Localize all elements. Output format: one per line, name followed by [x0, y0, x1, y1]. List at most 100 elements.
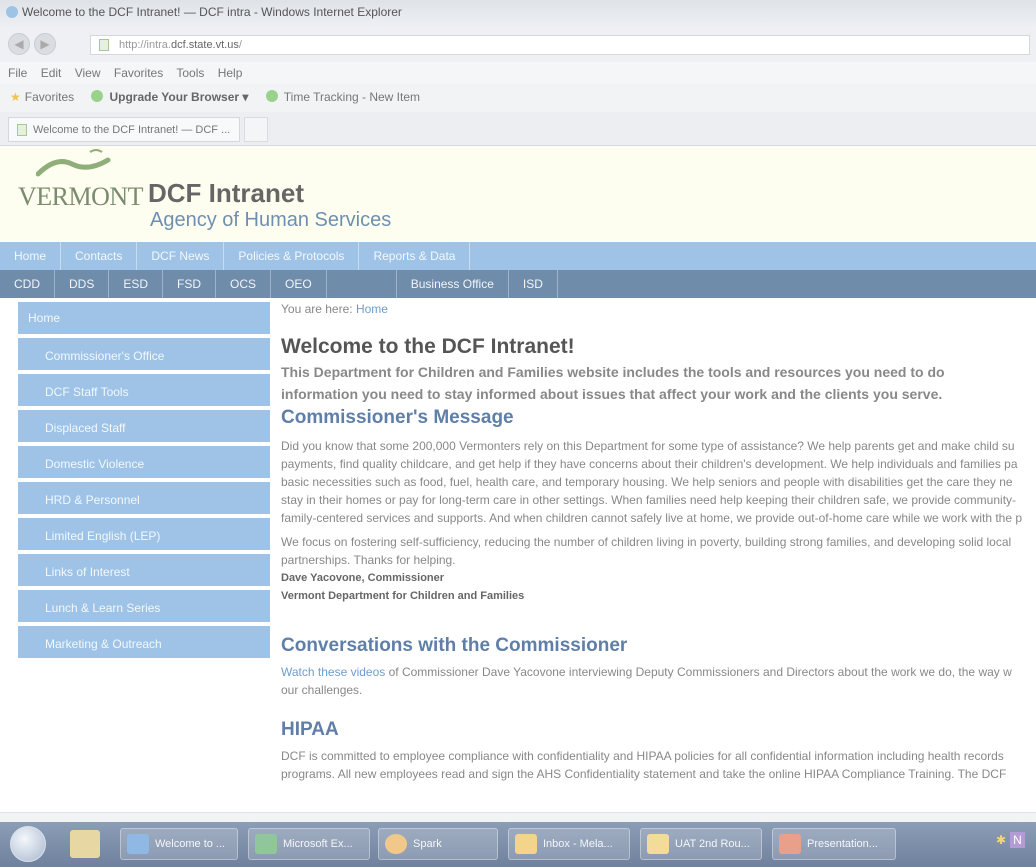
message-line: We focus on fostering self-sufficiency, … [281, 535, 1012, 549]
signature-org: Vermont Department for Children and Fami… [281, 590, 525, 602]
site-subtitle: Agency of Human Services [150, 209, 392, 231]
conversations-text: of Commissioner Dave Yacovone interviewi… [385, 665, 1012, 679]
breadcrumb: You are here: Home [281, 302, 1036, 316]
hipaa-paragraph: DCF is committed to employee compliance … [281, 747, 1036, 783]
subnav-oeo[interactable]: OEO [271, 270, 327, 298]
subnav-fsd[interactable]: FSD [163, 270, 217, 298]
nav-home[interactable]: Home [0, 242, 62, 270]
division-navigation: CDD DDS ESD FSD OCS OEO Business Office … [0, 270, 1036, 298]
sidebar-item-commissioners-office[interactable]: Commissioner's Office [18, 338, 270, 370]
tray-gear-icon: ✱ [996, 833, 1007, 847]
message-line: stay in their homes or pay for long-term… [281, 493, 1017, 507]
taskbar-outlook[interactable]: Inbox - Mela... [508, 828, 630, 860]
new-tab-button[interactable] [244, 117, 268, 142]
sidebar-item-links-of-interest[interactable]: Links of Interest [18, 554, 270, 586]
url-prefix: http://intra. [119, 39, 171, 51]
message-line: partnerships. Thanks for helping. [281, 553, 456, 567]
taskbar-powerpoint[interactable]: Presentation... [772, 828, 896, 860]
page-icon [99, 39, 109, 51]
conversations-paragraph: Watch these videos of Commissioner Dave … [281, 663, 1036, 699]
conversations-line-2: our challenges. [281, 683, 363, 697]
subnav-gap [327, 270, 397, 298]
intro-line-1: This Department for Children and Familie… [281, 364, 945, 380]
menu-favorites[interactable]: Favorites [114, 66, 163, 80]
taskbar-label: Spark [413, 838, 442, 850]
menu-file[interactable]: File [8, 66, 27, 80]
subnav-dds[interactable]: DDS [55, 270, 110, 298]
breadcrumb-home-link[interactable]: Home [356, 302, 388, 316]
conversations-line-1: Watch these videos of Commissioner Dave … [281, 663, 1036, 681]
page-title: Welcome to the DCF Intranet! [281, 335, 575, 358]
tab-page-icon [17, 124, 27, 136]
taskbar-ie[interactable]: Welcome to ... [120, 828, 238, 860]
fav-time-tracking[interactable]: Time Tracking - New Item [284, 90, 420, 104]
start-button[interactable] [10, 826, 46, 862]
taskbar-label: Microsoft Ex... [283, 838, 353, 850]
taskbar-email[interactable]: UAT 2nd Rou... [640, 828, 762, 860]
tab-bar: Welcome to the DCF Intranet! — DCF ... [0, 112, 1036, 146]
nav-contacts[interactable]: Contacts [61, 242, 138, 270]
watch-videos-link[interactable]: Watch these videos [281, 665, 385, 679]
menu-edit[interactable]: Edit [41, 66, 62, 80]
sidebar-item-domestic-violence[interactable]: Domestic Violence [18, 446, 270, 478]
nav-reports[interactable]: Reports & Data [359, 242, 471, 270]
tab-title: Welcome to the DCF Intranet! — DCF ... [33, 124, 231, 136]
sidebar-item-lunch-learn[interactable]: Lunch & Learn Series [18, 590, 270, 622]
taskbar-label: UAT 2nd Rou... [675, 838, 750, 850]
sidebar-item-marketing-outreach[interactable]: Marketing & Outreach [18, 626, 270, 658]
powerpoint-icon [779, 834, 801, 854]
back-button[interactable]: ◀ [8, 33, 30, 55]
hipaa-heading: HIPAA [281, 719, 339, 740]
spark-icon [385, 834, 407, 854]
message-line: payments, find quality childcare, and ge… [281, 457, 1018, 471]
menu-help[interactable]: Help [218, 66, 243, 80]
subnav-cdd[interactable]: CDD [0, 270, 55, 298]
subnav-esd[interactable]: ESD [109, 270, 164, 298]
menu-tools[interactable]: Tools [176, 66, 204, 80]
taskbar-label: Inbox - Mela... [543, 838, 613, 850]
sidebar: Home Commissioner's Office DCF Staff Too… [18, 302, 270, 662]
forward-button[interactable]: ▶ [34, 33, 56, 55]
tab-welcome[interactable]: Welcome to the DCF Intranet! — DCF ... [8, 117, 240, 142]
fav-upgrade-browser[interactable]: Upgrade Your Browser ▾ [109, 90, 248, 104]
favorites-button[interactable]: Favorites [25, 90, 74, 104]
menu-view[interactable]: View [75, 66, 101, 80]
sidebar-item-displaced-staff[interactable]: Displaced Staff [18, 410, 270, 442]
url-suffix: / [238, 39, 242, 51]
explorer-folder-icon[interactable] [70, 830, 100, 858]
breadcrumb-prefix: You are here: [281, 302, 356, 316]
subnav-isd[interactable]: ISD [509, 270, 558, 298]
site-header: VERMONT DCF Intranet Agency of Human Ser… [0, 146, 1036, 242]
nav-dcf-news[interactable]: DCF News [137, 242, 225, 270]
envelope-icon [647, 834, 669, 854]
system-tray[interactable]: ✱ N [996, 832, 1036, 856]
window-title-bar: Welcome to the DCF Intranet! — DCF intra… [0, 0, 1036, 28]
web-slice-icon [91, 90, 104, 102]
taskbar-spark[interactable]: Spark [378, 828, 498, 860]
ie-logo-icon [6, 6, 18, 18]
sidebar-item-hrd-personnel[interactable]: HRD & Personnel [18, 482, 270, 514]
message-line: basic necessities such as food, fuel, he… [281, 475, 1013, 489]
signature-name: Dave Yacovone, Commissioner [281, 572, 445, 584]
window-title: Welcome to the DCF Intranet! — DCF intra… [22, 5, 402, 19]
message-line: family-centered services and supports. A… [281, 511, 1023, 525]
hipaa-line: DCF is committed to employee compliance … [281, 749, 1004, 763]
tray-badge: N [1010, 832, 1025, 848]
nav-policies[interactable]: Policies & Protocols [224, 242, 360, 270]
site-title[interactable]: DCF Intranet [148, 178, 304, 209]
browser-status-bar [0, 812, 1036, 822]
message-paragraph: Did you know that some 200,000 Vermonter… [281, 437, 1036, 527]
conversations-heading: Conversations with the Commissioner [281, 635, 628, 656]
subnav-business-office[interactable]: Business Office [397, 270, 509, 298]
message-line: Did you know that some 200,000 Vermonter… [281, 439, 1015, 453]
hipaa-line: programs. All new employees read and sig… [281, 767, 1007, 781]
message-paragraph-2: We focus on fostering self-sufficiency, … [281, 533, 1036, 569]
address-input[interactable]: http://intra.dcf.state.vt.us/ [90, 35, 1030, 55]
sidebar-item-limited-english[interactable]: Limited English (LEP) [18, 518, 270, 550]
subnav-ocs[interactable]: OCS [216, 270, 272, 298]
taskbar-excel[interactable]: Microsoft Ex... [248, 828, 370, 860]
sidebar-item-staff-tools[interactable]: DCF Staff Tools [18, 374, 270, 406]
web-slice-icon-2 [265, 90, 278, 102]
sidebar-item-home[interactable]: Home [18, 302, 270, 334]
